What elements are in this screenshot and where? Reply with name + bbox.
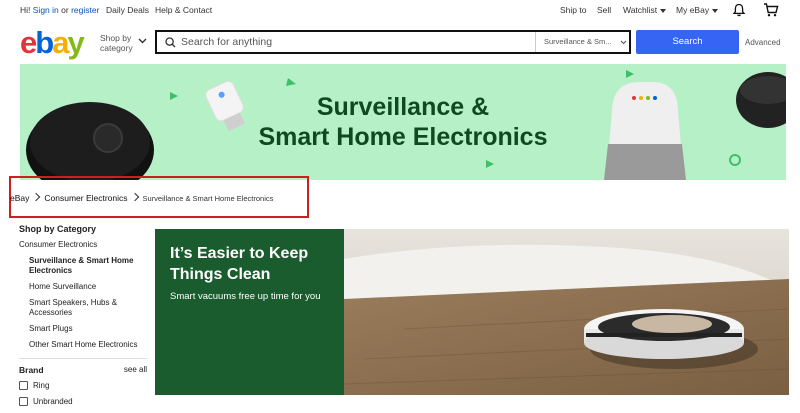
chevron-down-icon bbox=[660, 8, 667, 13]
search-button[interactable]: Search bbox=[636, 30, 739, 54]
sidebar-divider bbox=[19, 358, 147, 359]
top-utility-bar: Hi! Sign in or register Daily Deals Help… bbox=[0, 0, 800, 20]
help-contact-link[interactable]: Help & Contact bbox=[155, 5, 212, 15]
chevron-right-icon bbox=[32, 192, 41, 202]
shop-by-line1: Shop by bbox=[100, 33, 132, 43]
chevron-down-icon bbox=[138, 38, 147, 44]
brand-option-ring[interactable]: Ring bbox=[19, 381, 147, 391]
logo-letter: e bbox=[20, 25, 37, 60]
sidebar-item-consumer-electronics[interactable]: Consumer Electronics bbox=[19, 240, 147, 250]
checkbox[interactable] bbox=[19, 397, 28, 407]
breadcrumb-item-ebay[interactable]: eBay bbox=[10, 193, 29, 203]
robot-vacuum-photo bbox=[344, 229, 789, 395]
my-ebay-label: My eBay bbox=[676, 5, 710, 15]
sidebar-item-current[interactable]: Surveillance & Smart Home Electronics bbox=[29, 256, 147, 276]
brand-option-unbranded[interactable]: Unbranded bbox=[19, 397, 147, 407]
brand-filter-header: Brand see all bbox=[19, 365, 147, 377]
promo-hero[interactable]: It’s Easier to Keep Things Clean Smart v… bbox=[155, 229, 789, 395]
banner-title: Surveillance & Smart Home Electronics bbox=[20, 92, 786, 152]
cart-icon[interactable] bbox=[763, 2, 779, 18]
shop-by-category-button[interactable]: Shop by category bbox=[100, 33, 147, 53]
banner-title-line2: Smart Home Electronics bbox=[258, 123, 548, 151]
sell-link[interactable]: Sell bbox=[597, 5, 611, 15]
search-box: Surveillance & Sm... bbox=[155, 30, 631, 54]
sidebar-item-smart-plugs[interactable]: Smart Plugs bbox=[29, 324, 147, 334]
search-icon bbox=[165, 37, 176, 48]
sidebar-item-other-smart-home[interactable]: Other Smart Home Electronics bbox=[29, 340, 147, 350]
banner-title-line1: Surveillance & bbox=[316, 93, 490, 121]
logo-letter: a bbox=[52, 25, 69, 60]
sidebar-title: Shop by Category bbox=[19, 224, 97, 234]
logo-letter: y bbox=[67, 25, 84, 60]
ebay-logo[interactable]: ebay bbox=[20, 25, 85, 60]
see-all-link[interactable]: see all bbox=[124, 365, 147, 374]
breadcrumb-item-consumer-electronics[interactable]: Consumer Electronics bbox=[44, 193, 127, 203]
hero-title: It’s Easier to Keep Things Clean bbox=[170, 245, 309, 283]
search-input[interactable] bbox=[181, 32, 531, 52]
greeting: Hi! Sign in or register bbox=[20, 5, 99, 15]
brand-option-label: Ring bbox=[33, 381, 50, 390]
my-ebay-menu[interactable]: My eBay bbox=[676, 5, 719, 15]
chevron-right-icon bbox=[130, 192, 139, 202]
watchlist-label: Watchlist bbox=[623, 5, 658, 15]
chevron-down-icon bbox=[712, 8, 719, 13]
daily-deals-link[interactable]: Daily Deals bbox=[106, 5, 149, 15]
logo-letter: b bbox=[35, 25, 54, 60]
hero-subtitle: Smart vacuums free up time for you bbox=[170, 291, 321, 302]
category-sidebar: Shop by Category Consumer Electronics Su… bbox=[19, 224, 147, 413]
category-banner: Surveillance & Smart Home Electronics bbox=[20, 64, 786, 180]
shop-by-line2: category bbox=[100, 43, 133, 53]
breadcrumb-item-current: Surveillance & Smart Home Electronics bbox=[142, 194, 274, 203]
greeting-text: Hi! bbox=[20, 5, 31, 15]
sign-in-link[interactable]: Sign in bbox=[33, 5, 59, 15]
watchlist-menu[interactable]: Watchlist bbox=[623, 5, 667, 15]
breadcrumb: eBay Consumer Electronics Surveillance & S… bbox=[10, 192, 274, 203]
or-text: or bbox=[61, 5, 69, 15]
checkbox[interactable] bbox=[19, 381, 28, 391]
register-link[interactable]: register bbox=[71, 5, 99, 15]
brand-filter-title: Brand bbox=[19, 365, 44, 375]
sidebar-item-smart-speakers[interactable]: Smart Speakers, Hubs & Accessories bbox=[29, 298, 147, 318]
hero-text-panel: It’s Easier to Keep Things Clean Smart v… bbox=[155, 229, 344, 395]
sidebar-item-home-surveillance[interactable]: Home Surveillance bbox=[29, 282, 147, 292]
ship-to-link[interactable]: Ship to bbox=[560, 5, 586, 15]
chevron-down-icon bbox=[620, 40, 627, 45]
category-select[interactable]: Surveillance & Sm... bbox=[535, 32, 631, 52]
advanced-search-link[interactable]: Advanced bbox=[745, 38, 781, 47]
bell-icon[interactable] bbox=[732, 3, 746, 17]
category-select-value: Surveillance & Sm... bbox=[544, 37, 612, 46]
